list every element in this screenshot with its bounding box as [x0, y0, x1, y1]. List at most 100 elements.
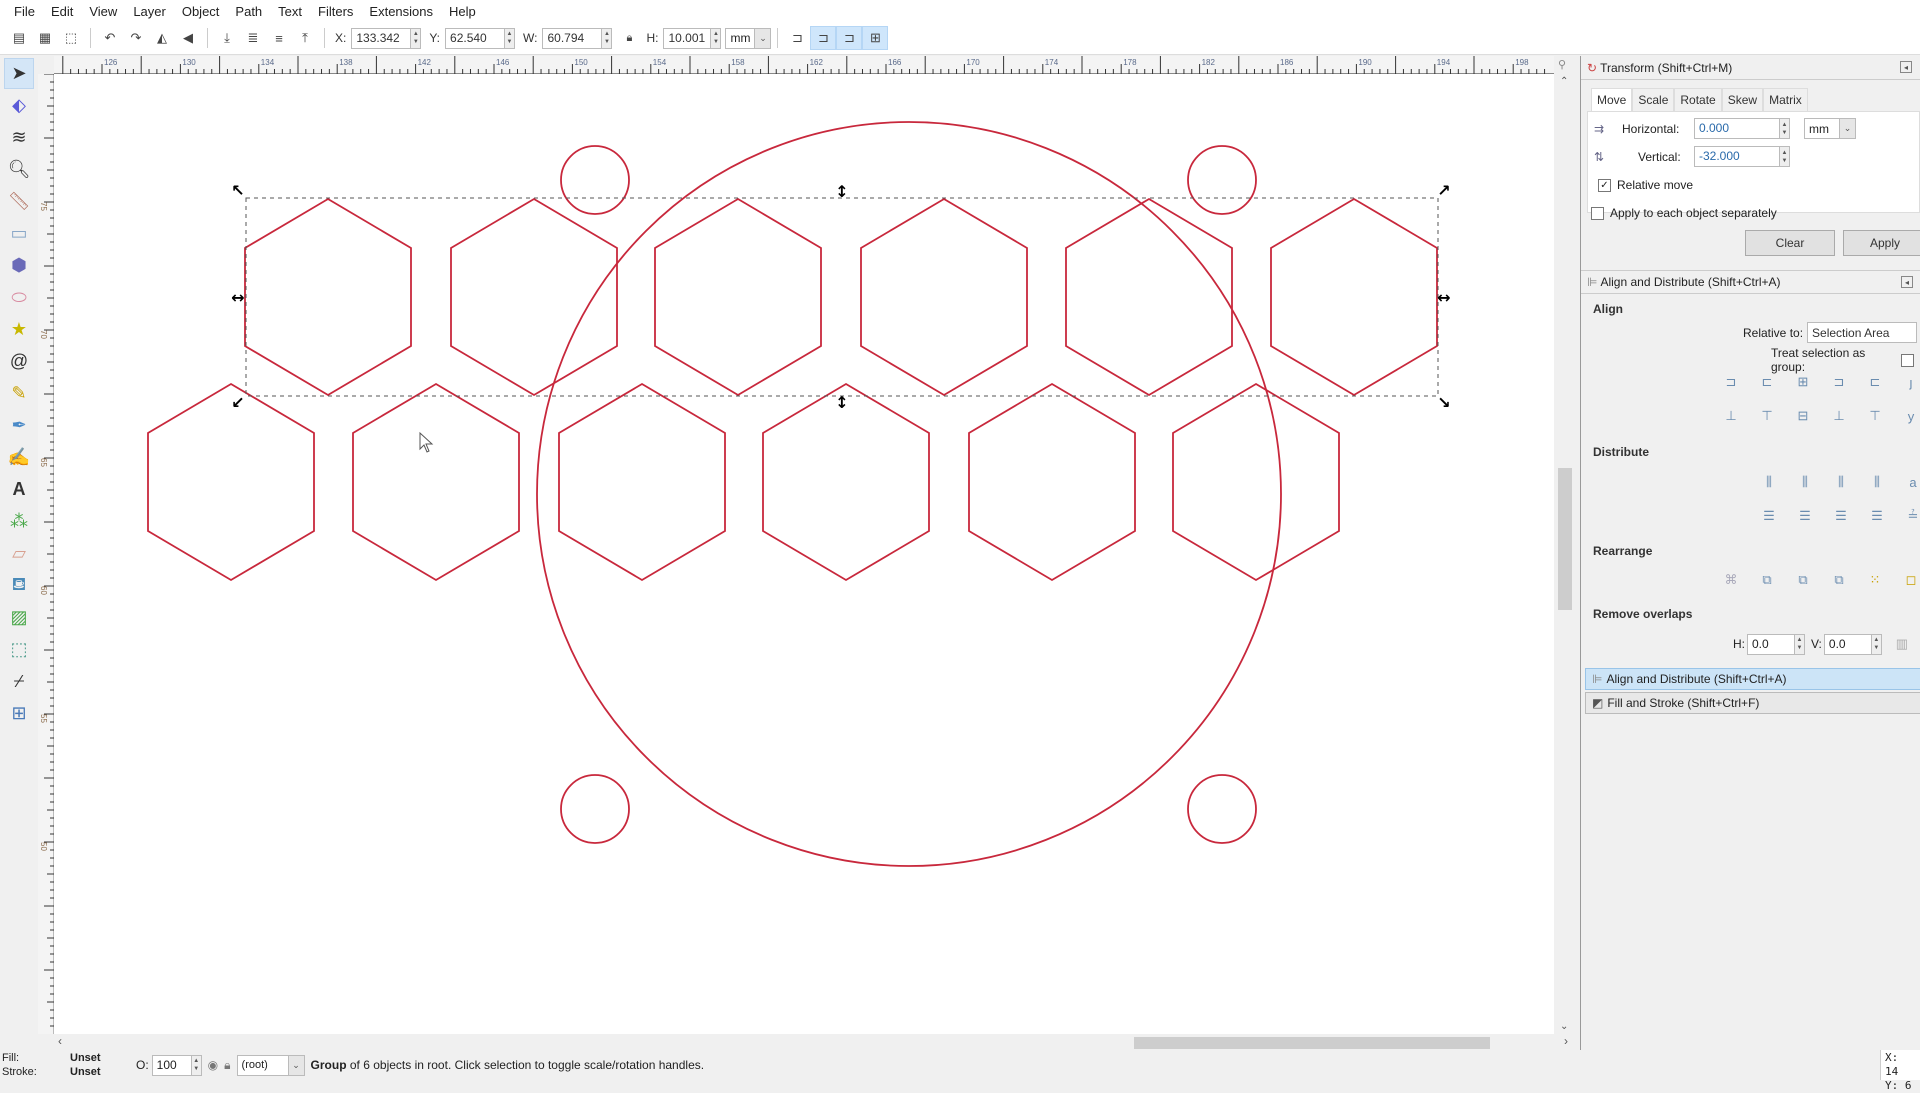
- layer-lock-icon[interactable]: 🔒︎: [224, 1058, 230, 1073]
- move-patterns-icon[interactable]: ⊞: [862, 26, 889, 50]
- hexagon-top-row[interactable]: [654, 197, 822, 397]
- scale-radii-icon[interactable]: ⊐: [810, 26, 837, 50]
- chevron-down-icon[interactable]: ⌄: [288, 1054, 305, 1076]
- mounting-hole-circle[interactable]: [560, 774, 630, 844]
- mesh-tool-icon[interactable]: ⬚: [4, 634, 34, 665]
- center-horizontal-axis-icon[interactable]: ⊟: [1791, 404, 1815, 428]
- menu-view[interactable]: View: [81, 4, 125, 19]
- horizontal-spinner[interactable]: ▲ ▼: [1780, 118, 1790, 139]
- tab-rotate[interactable]: Rotate: [1674, 88, 1722, 111]
- pencil-tool-icon[interactable]: ✎: [4, 378, 34, 409]
- align-right-to-left-icon[interactable]: ⊐: [1719, 370, 1743, 394]
- opacity-spinner[interactable]: ▲ ▼: [191, 1054, 202, 1076]
- tab-matrix[interactable]: Matrix: [1763, 88, 1808, 111]
- hexagon-bottom-row[interactable]: [762, 382, 930, 582]
- menu-text[interactable]: Text: [270, 4, 310, 19]
- vertical-spinner[interactable]: ▲ ▼: [1780, 146, 1790, 167]
- menu-file[interactable]: File: [6, 4, 43, 19]
- pen-tool-icon[interactable]: ✒: [4, 410, 34, 441]
- vertical-scrollbar[interactable]: ⚲ ⌃ ⌄: [1556, 59, 1574, 1034]
- rectangle-tool-icon[interactable]: ▭: [4, 218, 34, 249]
- relative-move-checkbox[interactable]: ✓: [1598, 178, 1611, 192]
- spray-tool-icon[interactable]: ⁂: [4, 506, 34, 537]
- distribute-right-icon[interactable]: ⫼: [1829, 470, 1853, 494]
- paint-bucket-tool-icon[interactable]: ⛾: [4, 570, 34, 601]
- scale-stroke-icon[interactable]: ⊐: [784, 26, 810, 50]
- hexagon-bottom-row[interactable]: [968, 382, 1136, 582]
- menu-extensions[interactable]: Extensions: [361, 4, 441, 19]
- x-spinner[interactable]: ▲ ▼: [411, 27, 422, 49]
- align-bottom-edges-icon[interactable]: ⊥: [1827, 404, 1851, 428]
- mounting-hole-circle[interactable]: [560, 145, 630, 215]
- hexagon-bottom-row[interactable]: [1172, 382, 1340, 582]
- menu-object[interactable]: Object: [174, 4, 228, 19]
- scale-handle-bottom[interactable]: ↕: [835, 393, 848, 412]
- scale-handle-top-left[interactable]: ↖: [231, 181, 244, 200]
- canvas[interactable]: ↖ ↕ ↗ ↔ ↔ ↙ ↕ ↘: [54, 74, 1554, 1034]
- distribute-text-v-icon[interactable]: ≟: [1901, 504, 1920, 528]
- tweak-tool-icon[interactable]: ≋: [4, 122, 34, 153]
- exchange-clockwise-icon[interactable]: ⧉: [1827, 568, 1851, 592]
- align-top-edges-icon[interactable]: ⊤: [1755, 404, 1779, 428]
- h-spinner[interactable]: ▲ ▼: [711, 27, 722, 49]
- menu-path[interactable]: Path: [227, 4, 270, 19]
- tab-scale[interactable]: Scale: [1632, 88, 1675, 111]
- zoom-corner-icon[interactable]: ⚲: [1558, 58, 1566, 71]
- h-input[interactable]: 10.001: [663, 27, 712, 49]
- scale-handle-right[interactable]: ↔: [1437, 288, 1450, 307]
- align-panel-header[interactable]: ⊫ Align and Distribute (Shift+Ctrl+A) ◂: [1581, 270, 1920, 294]
- gradient-tool-icon[interactable]: ▨: [4, 602, 34, 633]
- selector-tool-icon[interactable]: ➤: [4, 58, 34, 89]
- exchange-z-order-icon[interactable]: ⧉: [1791, 568, 1815, 592]
- overlap-v-input[interactable]: 0.0: [1823, 633, 1872, 655]
- raise-icon[interactable]: ≡: [266, 26, 292, 50]
- horizontal-input[interactable]: 0.000: [1694, 118, 1780, 139]
- menu-help[interactable]: Help: [441, 4, 484, 19]
- docked-align-distribute[interactable]: ⊫ Align and Distribute (Shift+Ctrl+A): [1585, 668, 1920, 690]
- hexagon-bottom-row[interactable]: [558, 382, 726, 582]
- opacity-input[interactable]: 100: [151, 1054, 192, 1076]
- flip-horizontal-icon[interactable]: ◭: [149, 26, 175, 50]
- lower-icon[interactable]: ≣: [240, 26, 266, 50]
- lower-to-bottom-icon[interactable]: ⤓: [214, 26, 240, 50]
- exchange-positions-icon[interactable]: ⧉: [1755, 568, 1779, 592]
- distribute-gaps-v-icon[interactable]: ☰: [1865, 504, 1889, 528]
- large-circle[interactable]: [536, 121, 1282, 867]
- move-gradients-icon[interactable]: ⊐: [836, 26, 863, 50]
- align-baseline-icon[interactable]: ȷ: [1899, 370, 1920, 394]
- scale-handle-left[interactable]: ↔: [231, 288, 244, 307]
- distribute-text-h-icon[interactable]: a: [1901, 470, 1920, 494]
- w-input[interactable]: 60.794: [542, 27, 603, 49]
- apply-button[interactable]: Apply: [1843, 230, 1920, 256]
- horizontal-scrollbar[interactable]: ‹ ›: [54, 1034, 1568, 1050]
- scale-handle-bottom-right[interactable]: ↘: [1437, 393, 1450, 412]
- overlap-v-spinner[interactable]: ▲ ▼: [1871, 633, 1882, 655]
- ellipse-tool-icon[interactable]: ⬭: [4, 282, 34, 313]
- vertical-scroll-thumb[interactable]: [1558, 468, 1572, 610]
- mounting-hole-circle[interactable]: [1187, 145, 1257, 215]
- measure-tool-icon[interactable]: 📏︎: [4, 186, 34, 217]
- calligraphy-tool-icon[interactable]: ✍: [4, 442, 34, 473]
- layer-select[interactable]: (root): [236, 1054, 289, 1076]
- menu-layer[interactable]: Layer: [125, 4, 174, 19]
- collapse-icon[interactable]: ◂: [1901, 276, 1913, 288]
- align-top-to-bottom-icon[interactable]: ⊤: [1863, 404, 1887, 428]
- spiral-tool-icon[interactable]: @: [4, 346, 34, 377]
- docked-fill-stroke[interactable]: ◩ Fill and Stroke (Shift+Ctrl+F): [1585, 692, 1920, 714]
- hexagon-top-row[interactable]: [244, 197, 412, 397]
- menu-filters[interactable]: Filters: [310, 4, 361, 19]
- unit-select[interactable]: mm: [725, 27, 756, 49]
- transform-unit-select[interactable]: mm: [1804, 118, 1840, 139]
- hexagon-top-row[interactable]: [1065, 197, 1233, 397]
- horizontal-scroll-thumb[interactable]: [1134, 1037, 1490, 1049]
- center-vertical-axis-icon[interactable]: ⊞: [1791, 370, 1815, 394]
- vertical-input[interactable]: -32.000: [1694, 146, 1780, 167]
- align-right-edges-icon[interactable]: ⊐: [1827, 370, 1851, 394]
- hexagon-top-row[interactable]: [1270, 197, 1438, 397]
- chevron-down-icon[interactable]: ⌄: [1840, 118, 1856, 139]
- hexagon-bottom-row[interactable]: [352, 382, 520, 582]
- align-left-to-right-icon[interactable]: ⊏: [1863, 370, 1887, 394]
- zoom-tool-icon[interactable]: 🔍︎: [4, 154, 34, 185]
- lock-icon[interactable]: 🔒︎: [616, 26, 642, 50]
- dropper-tool-icon[interactable]: ⌿: [4, 666, 34, 697]
